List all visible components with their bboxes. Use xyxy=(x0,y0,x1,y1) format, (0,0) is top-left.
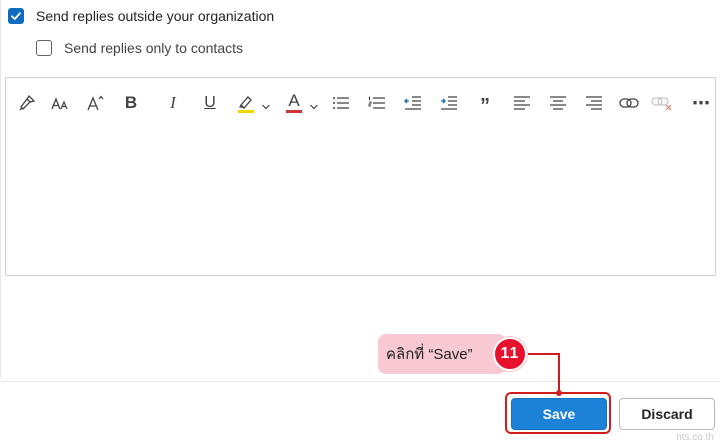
message-body-input[interactable] xyxy=(6,128,715,275)
font-color-glyph: A xyxy=(288,91,300,110)
italic-icon[interactable]: I xyxy=(163,92,183,114)
contacts-only-option[interactable]: Send replies only to contacts xyxy=(36,40,243,56)
font-color-bar xyxy=(286,110,302,113)
auto-reply-editor: B I U A ” ⋯ xyxy=(5,77,716,276)
panel-left-border xyxy=(0,0,1,378)
remove-link-icon[interactable] xyxy=(651,92,673,114)
highlight-dropdown-icon[interactable] xyxy=(261,98,271,116)
numbering-icon[interactable] xyxy=(366,92,388,114)
insert-link-icon[interactable] xyxy=(618,92,640,114)
align-center-icon[interactable] xyxy=(547,92,569,114)
grow-font-icon[interactable] xyxy=(85,92,107,114)
contacts-only-checkbox[interactable] xyxy=(36,40,52,56)
font-color-dropdown-icon[interactable] xyxy=(309,98,319,116)
footer-divider xyxy=(0,381,720,382)
highlight-icon[interactable] xyxy=(235,92,257,114)
instruction-callout: คลิกที่ “Save” xyxy=(378,334,506,374)
align-left-icon[interactable] xyxy=(511,92,533,114)
step-number-badge: 11 xyxy=(493,337,527,371)
bold-icon[interactable]: B xyxy=(121,92,141,114)
quote-icon[interactable]: ” xyxy=(475,92,495,117)
format-painter-icon[interactable] xyxy=(16,92,38,114)
align-right-icon[interactable] xyxy=(583,92,605,114)
contacts-only-label: Send replies only to contacts xyxy=(64,40,243,56)
font-size-icon[interactable] xyxy=(50,92,72,114)
checkmark-icon xyxy=(11,12,21,20)
more-options-icon[interactable]: ⋯ xyxy=(690,92,712,114)
font-color-icon[interactable]: A xyxy=(283,92,305,114)
send-outside-org-option[interactable]: Send replies outside your organization xyxy=(8,8,274,24)
decrease-indent-icon[interactable] xyxy=(402,92,424,114)
formatting-toolbar: B I U A ” ⋯ xyxy=(6,78,715,128)
bullets-icon[interactable] xyxy=(330,92,352,114)
underline-icon[interactable]: U xyxy=(200,92,220,114)
increase-indent-icon[interactable] xyxy=(438,92,460,114)
discard-button[interactable]: Discard xyxy=(619,398,715,430)
send-outside-org-checkbox[interactable] xyxy=(8,8,24,24)
send-outside-org-label: Send replies outside your organization xyxy=(36,8,275,24)
watermark: nts.co.th xyxy=(676,432,714,443)
save-button[interactable]: Save xyxy=(511,398,607,430)
